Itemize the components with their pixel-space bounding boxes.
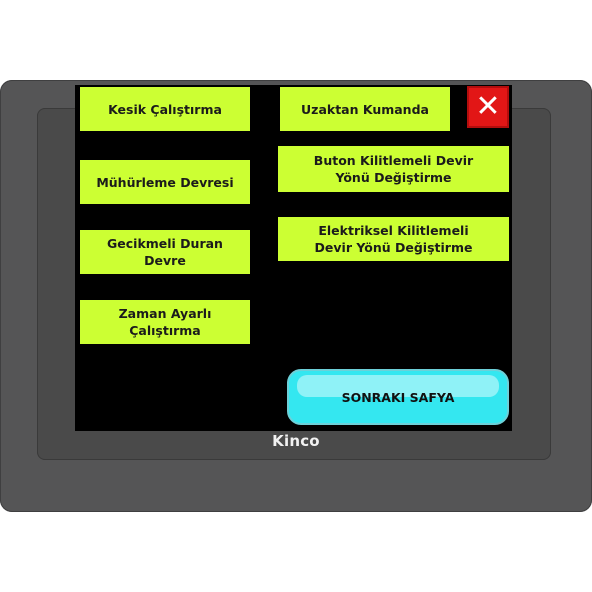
zaman-ayarli-calistirma-button[interactable]: Zaman Ayarlı Çalıştırma bbox=[80, 300, 250, 344]
brand-logo: Kinco bbox=[272, 432, 320, 450]
kesik-calistirma-button[interactable]: Kesik Çalıştırma bbox=[80, 87, 250, 131]
elektriksel-kilitlemeli-button[interactable]: Elektriksel Kilitlemeli Devir Yönü Değiş… bbox=[278, 217, 509, 261]
next-page-label: SONRAKI SAFYA bbox=[341, 389, 455, 405]
next-page-button[interactable]: SONRAKI SAFYA bbox=[287, 369, 509, 425]
gecikmeli-duran-devre-button[interactable]: Gecikmeli Duran Devre bbox=[80, 230, 250, 274]
muhurleme-devresi-button[interactable]: Mühürleme Devresi bbox=[80, 160, 250, 204]
hmi-screen: Kesik Çalıştırma Mühürleme Devresi Gecik… bbox=[75, 85, 512, 431]
close-icon: ✕ bbox=[475, 89, 501, 124]
buton-kilitlemeli-button[interactable]: Buton Kilitlemeli Devir Yönü Değiştirme bbox=[278, 146, 509, 192]
uzaktan-kumanda-button[interactable]: Uzaktan Kumanda bbox=[280, 87, 450, 131]
close-button[interactable]: ✕ bbox=[467, 86, 509, 128]
